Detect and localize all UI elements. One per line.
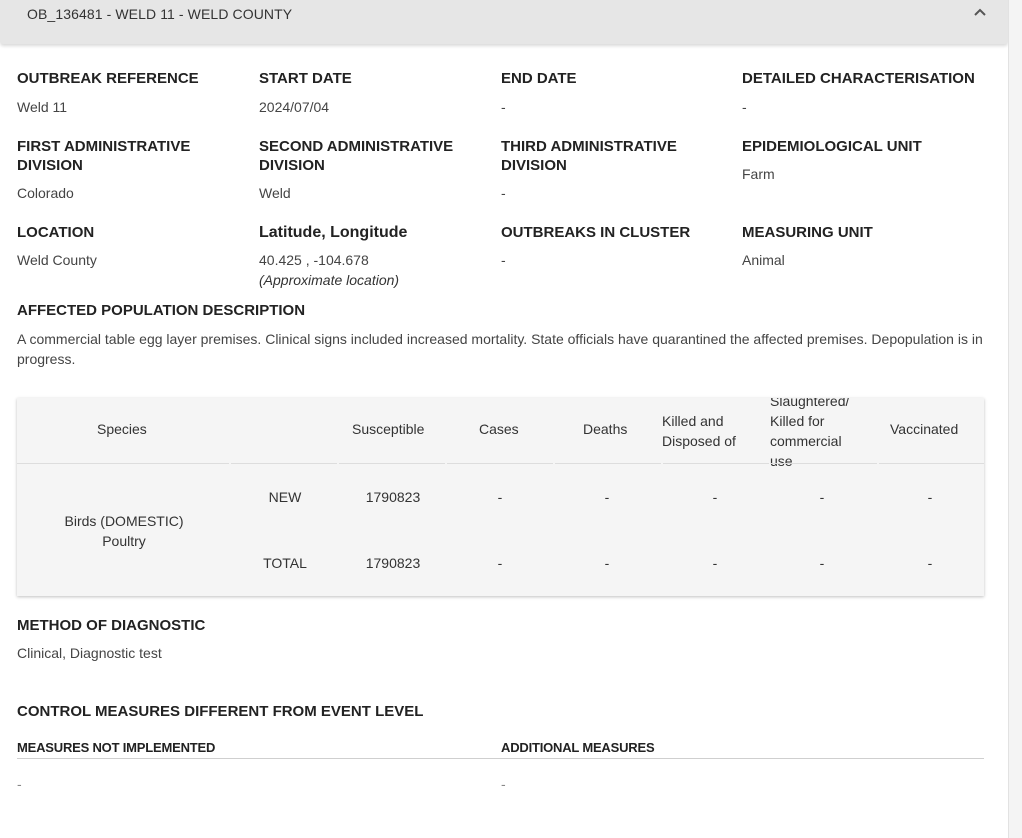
outbreak-detail-page: OB_136481 - WELD 11 - WELD COUNTY OUTBRE… bbox=[0, 0, 1008, 838]
new-deaths: - bbox=[604, 489, 610, 505]
col-header-slaughtered-line4: use bbox=[770, 453, 793, 469]
header-divider bbox=[663, 463, 769, 464]
second-admin-division-label-line2: DIVISION bbox=[259, 157, 325, 174]
col-header-deaths: Deaths bbox=[583, 421, 628, 437]
header-divider bbox=[447, 463, 553, 464]
diagnostic-method-label: METHOD OF DIAGNOSTIC bbox=[17, 617, 206, 634]
vertical-scrollbar[interactable] bbox=[1008, 0, 1022, 838]
col-header-cases: Cases bbox=[479, 421, 519, 437]
new-killed-disposed: - bbox=[712, 489, 718, 505]
measures-divider bbox=[17, 758, 984, 759]
header-divider bbox=[879, 463, 984, 464]
diagnostic-method-value: Clinical, Diagnostic test bbox=[17, 645, 162, 661]
measures-not-implemented-value: - bbox=[17, 776, 22, 792]
outbreaks-in-cluster-value: - bbox=[501, 252, 506, 268]
third-admin-division-label: THIRD ADMINISTRATIVE DIVISION bbox=[501, 137, 737, 175]
total-susceptible: 1790823 bbox=[365, 555, 421, 571]
third-admin-division-value: - bbox=[501, 185, 506, 201]
new-susceptible: 1790823 bbox=[365, 489, 421, 505]
row-type-total: TOTAL bbox=[263, 555, 307, 571]
header-divider bbox=[555, 463, 661, 464]
detailed-characterisation-value: - bbox=[742, 99, 747, 115]
location-value: Weld County bbox=[17, 252, 97, 268]
header-divider bbox=[231, 463, 337, 464]
row-type-new: NEW bbox=[268, 489, 302, 505]
total-slaughtered: - bbox=[819, 555, 825, 571]
first-admin-division-value: Colorado bbox=[17, 185, 74, 201]
additional-measures-value: - bbox=[501, 776, 506, 792]
new-slaughtered: - bbox=[819, 489, 825, 505]
lat-long-label: Latitude, Longitude bbox=[259, 224, 408, 241]
total-cases: - bbox=[497, 555, 503, 571]
species-table: Species Susceptible Cases Deaths Killed … bbox=[17, 398, 984, 596]
species-name: Birds (DOMESTIC) bbox=[64, 513, 184, 529]
species-cell: Birds (DOMESTIC) Poultry bbox=[17, 511, 231, 551]
chevron-up-icon[interactable] bbox=[972, 5, 988, 19]
affected-population-label: AFFECTED POPULATION DESCRIPTION bbox=[17, 302, 306, 319]
species-subtype: Poultry bbox=[102, 533, 146, 549]
epidemiological-unit-value: Farm bbox=[742, 166, 775, 182]
measures-not-implemented-label: MEASURES NOT IMPLEMENTED bbox=[17, 740, 216, 755]
additional-measures-label: ADDITIONAL MEASURES bbox=[501, 740, 655, 755]
outbreak-reference-label: OUTBREAK REFERENCE bbox=[17, 70, 199, 87]
col-header-killed-line2: Disposed of bbox=[662, 433, 736, 449]
outbreaks-in-cluster-label: OUTBREAKS IN CLUSTER bbox=[501, 224, 691, 241]
col-header-susceptible: Susceptible bbox=[352, 421, 425, 437]
third-admin-division-label-line1: THIRD ADMINISTRATIVE bbox=[501, 138, 677, 155]
header-divider bbox=[339, 463, 445, 464]
location-label: LOCATION bbox=[17, 224, 95, 241]
total-deaths: - bbox=[604, 555, 610, 571]
control-measures-label: CONTROL MEASURES DIFFERENT FROM EVENT LE… bbox=[17, 703, 424, 720]
outbreak-reference-value: Weld 11 bbox=[17, 99, 68, 115]
first-admin-division-label: FIRST ADMINISTRATIVE DIVISION bbox=[17, 137, 253, 175]
epidemiological-unit-label: EPIDEMIOLOGICAL UNIT bbox=[742, 138, 922, 155]
col-header-slaughtered: Slaughtered/ Killed for commercial use bbox=[770, 398, 849, 471]
outbreak-panel-header[interactable]: OB_136481 - WELD 11 - WELD COUNTY bbox=[0, 0, 1008, 44]
first-admin-division-label-line1: FIRST ADMINISTRATIVE bbox=[17, 138, 191, 155]
start-date-value: 2024/07/04 bbox=[259, 99, 330, 115]
header-divider bbox=[17, 463, 229, 464]
col-header-slaughtered-line2: Killed for bbox=[770, 413, 825, 429]
detailed-characterisation-label: DETAILED CHARACTERISATION bbox=[742, 70, 975, 87]
end-date-label: END DATE bbox=[501, 70, 577, 87]
panel-title: OB_136481 - WELD 11 - WELD COUNTY bbox=[27, 6, 293, 22]
approximate-location-note: (Approximate location) bbox=[259, 272, 400, 288]
end-date-value: - bbox=[501, 99, 506, 115]
second-admin-division-value: Weld bbox=[259, 185, 291, 201]
new-cases: - bbox=[497, 489, 503, 505]
measuring-unit-label: MEASURING UNIT bbox=[742, 224, 873, 241]
affected-population-text: A commercial table egg layer premises. C… bbox=[17, 331, 983, 367]
total-killed-disposed: - bbox=[712, 555, 718, 571]
col-header-slaughtered-line1: Slaughtered/ bbox=[770, 398, 850, 409]
start-date-label: START DATE bbox=[259, 70, 352, 87]
col-header-species: Species bbox=[97, 421, 147, 437]
col-header-slaughtered-line3: commercial bbox=[770, 433, 842, 449]
total-vaccinated: - bbox=[927, 555, 933, 571]
col-header-killed-line1: Killed and bbox=[662, 413, 724, 429]
second-admin-division-label-line1: SECOND ADMINISTRATIVE bbox=[259, 138, 454, 155]
lat-long-value: 40.425 , -104.678 bbox=[259, 252, 369, 268]
first-admin-division-label-line2: DIVISION bbox=[17, 157, 83, 174]
second-admin-division-label: SECOND ADMINISTRATIVE DIVISION bbox=[259, 137, 495, 175]
measuring-unit-value: Animal bbox=[742, 252, 785, 268]
col-header-killed-disposed: Killed and Disposed of bbox=[662, 411, 736, 451]
col-header-vaccinated: Vaccinated bbox=[890, 421, 959, 437]
new-vaccinated: - bbox=[927, 489, 933, 505]
header-divider bbox=[771, 463, 877, 464]
third-admin-division-label-line2: DIVISION bbox=[501, 157, 567, 174]
